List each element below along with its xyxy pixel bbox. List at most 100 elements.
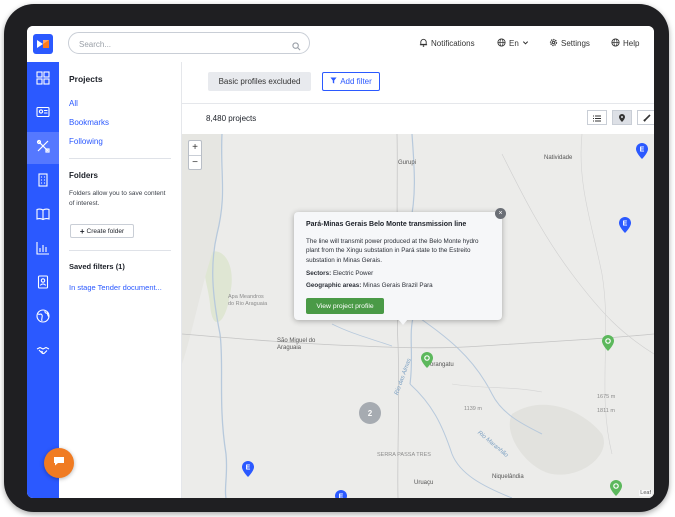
zoom-controls: + − — [188, 140, 202, 170]
tablet-frame: Notifications En Settings Help — [4, 4, 669, 512]
search-box[interactable] — [68, 32, 310, 54]
sidebar-item-partners[interactable] — [27, 336, 59, 368]
sidebar — [27, 62, 59, 498]
profile-card-icon — [36, 105, 50, 124]
map-label-niquelandia: Niquelândia — [492, 474, 524, 480]
popup-geo-row: Geographic areas: Minas Gerais Brazil Pa… — [306, 282, 433, 289]
filter-funnel-icon — [330, 77, 337, 86]
panel-divider — [69, 158, 171, 159]
settings-button[interactable]: Settings — [549, 38, 590, 49]
svg-text:E: E — [640, 147, 645, 154]
app-logo[interactable] — [33, 34, 53, 54]
list-icon — [593, 109, 601, 127]
sidebar-item-dashboard[interactable] — [27, 64, 59, 96]
popup-geo-label: Geographic areas: — [306, 282, 362, 289]
project-pin-blue[interactable]: E — [619, 217, 631, 233]
project-pin-green[interactable] — [610, 480, 622, 496]
results-count: 8,480 projects — [206, 114, 257, 123]
book-icon — [36, 207, 50, 226]
add-filter-label: Add filter — [340, 77, 372, 86]
create-folder-button[interactable]: + Create folder — [70, 224, 134, 238]
popup-sectors-value: Electric Power — [332, 270, 374, 277]
map-label-serra: SERRA PASSA TRES — [377, 452, 431, 458]
help-button[interactable]: Help — [611, 38, 639, 49]
filter-all-link[interactable]: All — [69, 99, 78, 108]
app-screen: Notifications En Settings Help — [27, 26, 654, 498]
list-view-button[interactable] — [587, 110, 607, 125]
map-attribution[interactable]: Leaf — [639, 490, 652, 496]
bell-icon — [419, 38, 428, 49]
zoom-in-button[interactable]: + — [189, 141, 201, 156]
create-folder-label: Create folder — [86, 227, 125, 235]
sidebar-item-regions[interactable] — [27, 302, 59, 334]
folders-title: Folders — [69, 171, 98, 180]
project-pin-blue[interactable]: E — [335, 490, 347, 498]
project-popup: Pará-Minas Gerais Belo Monte transmissio… — [294, 208, 506, 325]
projects-title: Projects — [69, 74, 103, 84]
pencil-icon — [643, 109, 651, 127]
popup-pointer — [398, 319, 408, 325]
handshake-icon — [36, 343, 50, 362]
folders-description: Folders allow you to save content of int… — [69, 190, 166, 207]
map-label-gurupi: Gurupi — [398, 160, 417, 166]
project-pin-blue[interactable]: E — [636, 143, 648, 159]
basic-profiles-chip[interactable]: Basic profiles excluded — [208, 72, 311, 91]
svg-text:E: E — [246, 465, 251, 472]
popup-sectors-row: Sectors: Electric Power — [306, 270, 373, 277]
search-icon[interactable] — [292, 38, 301, 56]
chat-bubble-icon — [53, 454, 65, 472]
zoom-out-button[interactable]: − — [189, 156, 201, 170]
map-view-button[interactable] — [612, 110, 632, 125]
map-label-natividade: Natividade — [544, 155, 573, 161]
sidebar-item-profiles[interactable] — [27, 98, 59, 130]
sidebar-item-library[interactable] — [27, 200, 59, 232]
popup-description: The line will transmit power produced at… — [306, 238, 479, 264]
help-circle-icon — [611, 38, 620, 49]
gear-icon — [549, 38, 558, 49]
building-icon — [36, 172, 50, 192]
chart-icon — [36, 241, 50, 260]
view-project-profile-button[interactable]: View project profile — [306, 298, 384, 314]
chevron-down-icon — [522, 39, 529, 48]
following-link[interactable]: Following — [69, 137, 103, 146]
project-pin-blue[interactable]: E — [242, 461, 254, 477]
panel-divider — [69, 250, 171, 251]
map-label-elevation: 1811 m — [597, 408, 615, 414]
help-label: Help — [623, 39, 640, 48]
map-pin-icon — [619, 109, 625, 127]
sidebar-item-companies[interactable] — [27, 166, 59, 198]
notifications-label: Notifications — [431, 39, 475, 48]
plus-icon: + — [79, 226, 85, 236]
map-label-sao-miguel: São Miguel do Araguaia — [277, 338, 316, 351]
pin-cluster[interactable]: 2 — [359, 402, 381, 424]
sidebar-item-analytics[interactable] — [27, 234, 59, 266]
dashboard-icon — [36, 70, 50, 90]
map-label-apa: Apa Meandros do Rio Araguaia — [228, 294, 268, 307]
settings-label: Settings — [561, 39, 590, 48]
language-label: En — [509, 39, 519, 48]
sidebar-item-contacts[interactable] — [27, 268, 59, 300]
svg-text:E: E — [623, 221, 628, 228]
filter-bar: Basic profiles excluded Add filter 8,480… — [182, 62, 654, 134]
top-bar: Notifications En Settings Help — [27, 26, 654, 63]
globe-icon — [497, 38, 506, 49]
svg-text:E: E — [339, 494, 344, 499]
notifications-button[interactable]: Notifications — [419, 38, 475, 49]
project-pin-green-selected[interactable] — [421, 352, 433, 368]
chat-button[interactable] — [44, 448, 74, 478]
search-input[interactable] — [77, 35, 281, 53]
bookmarks-link[interactable]: Bookmarks — [69, 118, 109, 127]
globe-icon — [36, 308, 50, 328]
add-filter-button[interactable]: Add filter — [322, 72, 380, 91]
map-label-uruacu: Uruaçu — [414, 480, 434, 486]
tools-icon — [36, 139, 50, 158]
saved-filter-item[interactable]: In stage Tender document... — [69, 283, 162, 292]
language-selector[interactable]: En — [497, 38, 529, 49]
popup-close-button[interactable]: × — [495, 208, 506, 219]
projects-panel: Projects All Bookmarks Following Folders… — [59, 62, 182, 498]
sidebar-item-projects[interactable] — [27, 132, 59, 164]
contact-icon — [36, 274, 50, 294]
pencil-view-button[interactable] — [637, 110, 654, 125]
popup-sectors-label: Sectors: — [306, 270, 332, 277]
project-pin-green[interactable] — [602, 335, 614, 351]
